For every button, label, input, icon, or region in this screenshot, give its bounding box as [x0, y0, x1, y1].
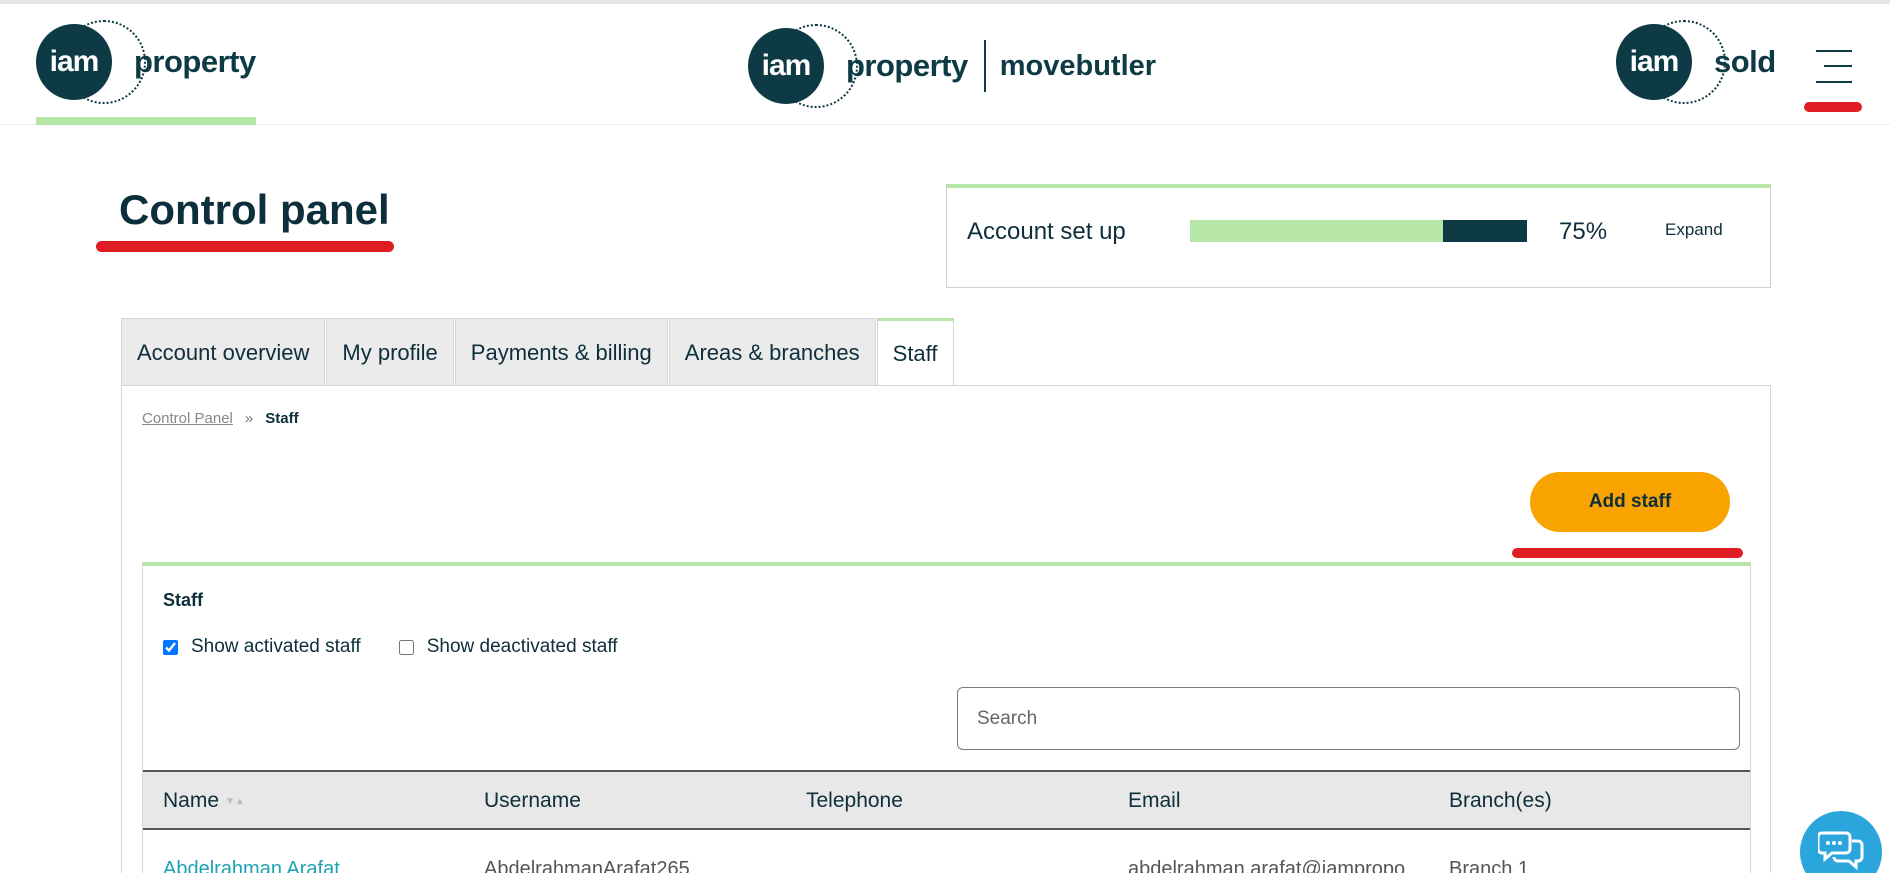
- menu-line: [1824, 65, 1852, 67]
- add-staff-button[interactable]: Add staff: [1530, 472, 1730, 532]
- annotation-underline-menu: [1804, 102, 1862, 112]
- sort-icon: ▼▲: [225, 795, 245, 807]
- hamburger-menu-icon[interactable]: [1812, 46, 1852, 86]
- column-email: Email: [1128, 789, 1181, 812]
- account-setup-label: Account set up: [967, 218, 1126, 245]
- staff-table-header: Name ▼▲ Username Telephone Email Branch(e…: [143, 770, 1750, 830]
- chat-bubbles-icon: [1818, 831, 1864, 871]
- control-panel-tabs: Account overview My profile Payments & b…: [121, 318, 955, 387]
- page-title: Control panel: [119, 186, 390, 233]
- show-activated-checkbox[interactable]: [163, 639, 178, 655]
- menu-line: [1816, 50, 1852, 52]
- staff-list-card: Staff Show activated staff Show deactiva…: [142, 562, 1751, 873]
- logo-word: property: [846, 48, 968, 83]
- tab-staff[interactable]: Staff: [876, 318, 954, 387]
- logo-badge: iam: [34, 20, 146, 104]
- breadcrumb-separator: »: [244, 410, 254, 427]
- tab-account-overview[interactable]: Account overview: [121, 318, 326, 386]
- filter-activated[interactable]: Show activated staff: [163, 636, 361, 658]
- column-name[interactable]: Name ▼▲: [163, 789, 245, 813]
- filter-label: Show activated staff: [191, 636, 361, 657]
- annotation-underline-title: [96, 241, 394, 252]
- logo-word: property: [134, 44, 256, 79]
- logo-badge-text: iam: [36, 24, 112, 100]
- staff-username: AbdelrahmanArafat265: [484, 858, 690, 873]
- column-branches: Branch(es): [1449, 789, 1552, 812]
- logo-badge: iam: [746, 24, 858, 108]
- logo-badge: iam: [1614, 20, 1726, 104]
- staff-name-link[interactable]: Abdelrahman Arafat: [163, 858, 340, 873]
- staff-card-title: Staff: [163, 590, 203, 610]
- menu-line: [1816, 81, 1852, 83]
- staff-email: abdelrahman.arafat@iampropo: [1128, 858, 1406, 873]
- staff-search-input[interactable]: [957, 687, 1740, 750]
- annotation-underline-add-staff: [1512, 548, 1743, 558]
- chat-support-button[interactable]: [1800, 811, 1882, 873]
- account-setup-percent: 75%: [1559, 218, 1608, 245]
- staff-branches: Branch 1: [1449, 858, 1530, 873]
- breadcrumb: Control Panel » Staff: [142, 410, 299, 427]
- account-setup-progress-bar: [1190, 220, 1527, 242]
- partner-logo-word: movebutler: [999, 49, 1157, 82]
- staff-filters: Show activated staff Show deactivated st…: [163, 636, 656, 658]
- iam-property-logo[interactable]: iam property: [34, 20, 256, 104]
- iam-sold-logo[interactable]: iam sold: [1614, 20, 1776, 104]
- logo-divider: [983, 40, 986, 92]
- expand-link[interactable]: Expand: [1665, 220, 1723, 240]
- show-deactivated-checkbox[interactable]: [398, 639, 414, 655]
- filter-label: Show deactivated staff: [426, 636, 618, 657]
- filter-deactivated[interactable]: Show deactivated staff: [398, 636, 618, 658]
- tab-payments-billing[interactable]: Payments & billing: [454, 318, 668, 386]
- iam-property-movebutler-logo[interactable]: iam property movebutler: [746, 24, 1156, 108]
- table-row: Abdelrahman Arafat AbdelrahmanArafat265 …: [143, 834, 1750, 873]
- tab-areas-branches[interactable]: Areas & branches: [668, 318, 876, 386]
- breadcrumb-control-panel-link[interactable]: Control Panel: [142, 410, 233, 427]
- column-name-label: Name: [163, 789, 220, 812]
- column-username: Username: [484, 789, 581, 812]
- tab-my-profile[interactable]: My profile: [326, 318, 454, 386]
- breadcrumb-current: Staff: [265, 410, 299, 427]
- staff-panel: Control Panel » Staff Add staff Staff Sh…: [121, 385, 1771, 873]
- column-telephone: Telephone: [806, 789, 903, 812]
- account-setup-card: Account set up 75% Expand: [946, 184, 1771, 288]
- logo-badge-text: iam: [1616, 24, 1692, 100]
- logo-badge-text: iam: [748, 28, 824, 104]
- progress-fill: [1190, 220, 1443, 242]
- site-header: iam property iam property movebutler iam…: [0, 4, 1890, 125]
- active-logo-underline: [36, 117, 256, 125]
